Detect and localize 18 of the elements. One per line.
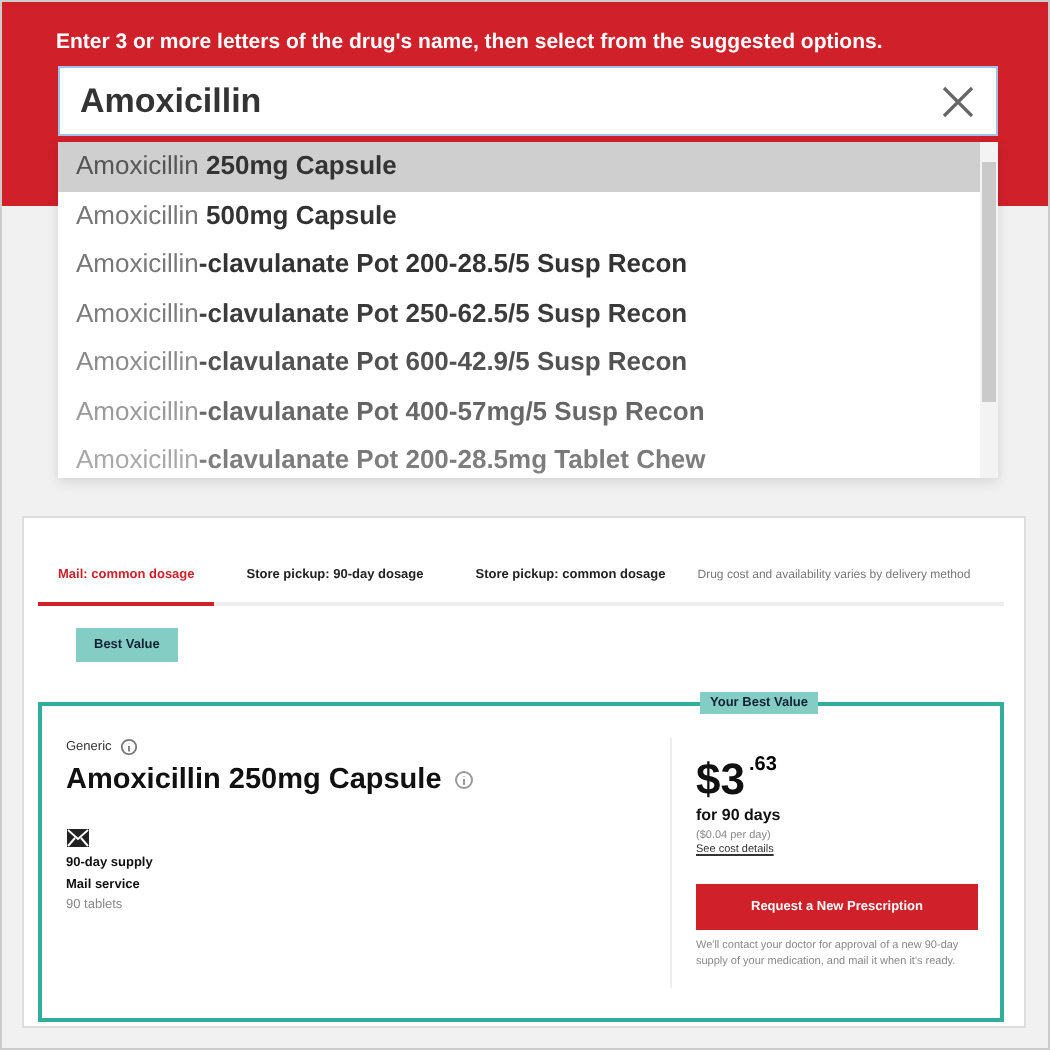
suggestion-item[interactable]: Amoxicillin-clavulanate Pot 600-42.9/5 Susp Recon xyxy=(58,338,980,387)
suggestion-item[interactable]: Amoxicillin-clavulanate Pot 250-62.5/5 Susp Recon xyxy=(58,289,980,338)
period-text: for 90 days xyxy=(696,806,781,824)
suggestion-item[interactable]: Amoxicillin 500mg Capsule xyxy=(58,191,980,240)
suggestion-item[interactable]: Amoxicillin-clavulanate Pot 400-57mg/5 Susp Recon xyxy=(58,387,980,436)
info-icon[interactable] xyxy=(119,738,138,756)
price-cents: .63 xyxy=(748,754,777,776)
suggestion-item[interactable]: Amoxicillin-clavulanate Pot 200-28.5/5 Susp Recon xyxy=(58,240,980,289)
scrollbar[interactable] xyxy=(980,142,998,478)
price: $3 xyxy=(696,754,745,806)
suggestion-item[interactable]: Amoxicillin 250mg Capsule xyxy=(58,142,980,191)
envelope-icon xyxy=(66,828,90,848)
search-field[interactable]: Amoxicillin xyxy=(58,66,998,136)
instruction-text: Enter 3 or more letters of the drug's name, then select from the suggested options. xyxy=(56,30,883,54)
suggestion-item[interactable]: Amoxicillin-clavulanate Pot 200-28.5mg Tablet Chew xyxy=(58,436,980,478)
drug-name: Amoxicillin 250mg Capsule xyxy=(66,764,442,796)
info-icon[interactable] xyxy=(453,770,474,790)
close-icon[interactable] xyxy=(940,83,976,119)
